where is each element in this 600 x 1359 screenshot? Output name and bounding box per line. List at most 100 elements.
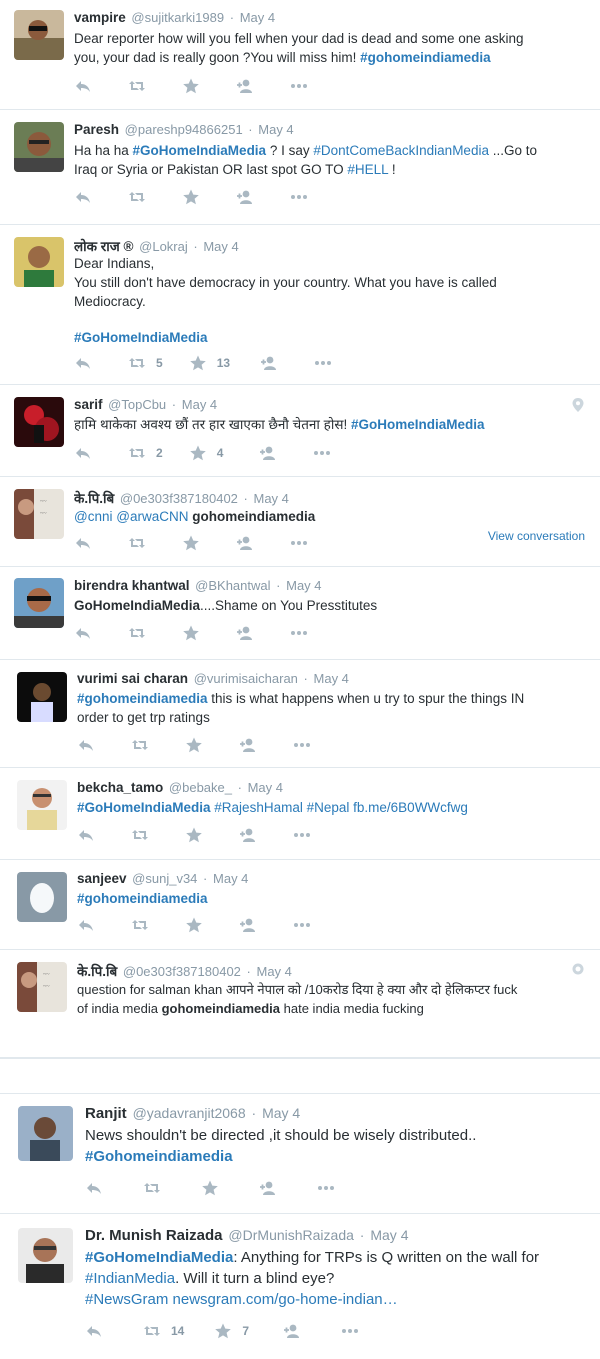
- favorite-button[interactable]: [182, 78, 200, 94]
- follow-button[interactable]: [259, 1180, 277, 1196]
- tweet[interactable]: ~~ ~~ के.पि.बि @0e303f387180402 · May 4 q…: [0, 950, 600, 1058]
- retweet-button[interactable]: [143, 1180, 161, 1196]
- reply-button[interactable]: [85, 1180, 103, 1196]
- user-handle[interactable]: @0e303f387180402: [123, 964, 241, 979]
- favorite-button[interactable]: 4: [189, 445, 223, 461]
- user-handle[interactable]: @DrMunishRaizada: [228, 1227, 353, 1243]
- retweet-button[interactable]: [131, 917, 149, 933]
- retweet-button[interactable]: [128, 535, 146, 551]
- favorite-button[interactable]: [201, 1180, 219, 1196]
- more-button[interactable]: [290, 78, 308, 94]
- tweet[interactable]: लोक राज ® @Lokraj · May 4 Dear Indians, …: [0, 225, 600, 385]
- more-button[interactable]: [293, 917, 311, 933]
- user-handle[interactable]: @sujitkarki1989: [131, 10, 224, 25]
- user-name[interactable]: Paresh: [74, 122, 119, 137]
- timestamp[interactable]: May 4: [370, 1227, 408, 1243]
- timestamp[interactable]: May 4: [248, 780, 283, 795]
- tweet[interactable]: sarif @TopCbu · May 4 हामि थाकेका अवश्य …: [0, 385, 600, 477]
- hashtag-link[interactable]: #GoHomeIndiaMedia: [351, 417, 485, 432]
- timestamp[interactable]: May 4: [262, 1105, 300, 1121]
- user-name[interactable]: के.पि.बि: [77, 964, 117, 979]
- tweet[interactable]: Paresh @pareshp94866251 · May 4 Ha ha ha…: [0, 110, 600, 225]
- favorite-button[interactable]: 13: [189, 355, 230, 371]
- user-name[interactable]: Ranjit: [85, 1105, 127, 1122]
- more-button[interactable]: [317, 1180, 335, 1196]
- mention-link[interactable]: @arwaCNN: [116, 509, 188, 524]
- hashtag-link[interactable]: #Gohomeindiamedia: [85, 1146, 590, 1167]
- user-handle[interactable]: @vurimisaicharan: [194, 671, 298, 686]
- hashtag-link[interactable]: #gohomeindiamedia: [360, 50, 491, 65]
- tweet[interactable]: bekcha_tamo @bebake_ · May 4 #GoHomeIndi…: [0, 768, 600, 860]
- more-button[interactable]: [290, 189, 308, 205]
- tweet[interactable]: ~~ ~~ के.पि.बि @0e303f387180402 · May 4 @…: [0, 477, 600, 567]
- more-button[interactable]: [290, 625, 308, 641]
- retweet-button[interactable]: [128, 78, 146, 94]
- avatar[interactable]: [18, 1106, 73, 1161]
- tweet[interactable]: Ranjit @yadavranjit2068 · May 4 News sho…: [0, 1094, 600, 1214]
- tweet[interactable]: Dr. Munish Raizada @DrMunishRaizada · Ma…: [0, 1214, 600, 1359]
- hashtag-link[interactable]: #GoHomeIndiaMedia: [77, 800, 211, 815]
- favorite-button[interactable]: [185, 917, 203, 933]
- timestamp[interactable]: May 4: [182, 397, 217, 412]
- follow-button[interactable]: [236, 625, 254, 641]
- hashtag-link[interactable]: #GoHomeIndiaMedia: [74, 328, 590, 347]
- follow-button[interactable]: [259, 445, 277, 461]
- hashtag-link[interactable]: #GoHomeIndiaMedia: [85, 1249, 233, 1266]
- follow-button[interactable]: [283, 1323, 301, 1339]
- reply-button[interactable]: [74, 189, 92, 205]
- reply-context-icon[interactable]: [572, 962, 584, 980]
- hashtag-link[interactable]: #HELL: [347, 162, 388, 177]
- avatar[interactable]: [14, 122, 64, 172]
- user-handle[interactable]: @Lokraj: [139, 239, 188, 254]
- retweet-button[interactable]: 5: [128, 355, 163, 371]
- follow-button[interactable]: [239, 827, 257, 843]
- follow-button[interactable]: [260, 355, 278, 371]
- avatar[interactable]: [17, 872, 67, 922]
- user-handle[interactable]: @yadavranjit2068: [133, 1105, 246, 1121]
- user-name[interactable]: sanjeev: [77, 871, 127, 886]
- favorite-button[interactable]: [185, 737, 203, 753]
- tweet[interactable]: vurimi sai charan @vurimisaicharan · May…: [0, 660, 600, 768]
- user-handle[interactable]: @pareshp94866251: [125, 122, 243, 137]
- view-conversation-link[interactable]: View conversation: [488, 529, 585, 543]
- user-name[interactable]: vampire: [74, 10, 126, 25]
- retweet-button[interactable]: [131, 737, 149, 753]
- url-link[interactable]: newsgram.com/go-home-indian…: [173, 1291, 398, 1308]
- tweet[interactable]: vampire @sujitkarki1989 · May 4 Dear rep…: [0, 0, 600, 110]
- more-button[interactable]: [341, 1323, 359, 1339]
- user-handle[interactable]: @sunj_v34: [132, 871, 197, 886]
- tweet[interactable]: birendra khantwal @BKhantwal · May 4 GoH…: [0, 567, 600, 660]
- avatar[interactable]: [14, 397, 64, 447]
- avatar[interactable]: ~~ ~~: [17, 962, 67, 1012]
- avatar[interactable]: [14, 237, 64, 287]
- more-button[interactable]: [293, 827, 311, 843]
- favorite-button[interactable]: 7: [214, 1323, 249, 1339]
- follow-button[interactable]: [236, 189, 254, 205]
- follow-button[interactable]: [236, 78, 254, 94]
- timestamp[interactable]: May 4: [258, 122, 293, 137]
- reply-button[interactable]: [74, 355, 92, 371]
- user-name[interactable]: sarif: [74, 397, 103, 412]
- user-handle[interactable]: @BKhantwal: [195, 578, 270, 593]
- tweet[interactable]: sanjeev @sunj_v34 · May 4 #gohomeindiame…: [0, 860, 600, 950]
- follow-button[interactable]: [236, 535, 254, 551]
- avatar[interactable]: [14, 10, 64, 60]
- user-name[interactable]: लोक राज ®: [74, 239, 134, 254]
- user-handle[interactable]: @0e303f387180402: [120, 491, 238, 506]
- avatar[interactable]: [14, 578, 64, 628]
- user-name[interactable]: vurimi sai charan: [77, 671, 188, 686]
- hashtag-link[interactable]: #IndianMedia: [85, 1270, 175, 1287]
- reply-button[interactable]: [77, 917, 95, 933]
- hashtag-link[interactable]: #gohomeindiamedia: [77, 889, 590, 908]
- hashtag-link[interactable]: #DontComeBackIndianMedia: [313, 143, 489, 158]
- reply-button[interactable]: [74, 78, 92, 94]
- url-link[interactable]: fb.me/6B0WWcfwg: [353, 800, 468, 815]
- user-name[interactable]: के.पि.बि: [74, 491, 114, 506]
- more-button[interactable]: [290, 535, 308, 551]
- more-button[interactable]: [314, 355, 332, 371]
- hashtag-link[interactable]: #GoHomeIndiaMedia: [133, 143, 267, 158]
- retweet-button[interactable]: [128, 625, 146, 641]
- timestamp[interactable]: May 4: [254, 491, 289, 506]
- follow-button[interactable]: [239, 917, 257, 933]
- more-button[interactable]: [293, 737, 311, 753]
